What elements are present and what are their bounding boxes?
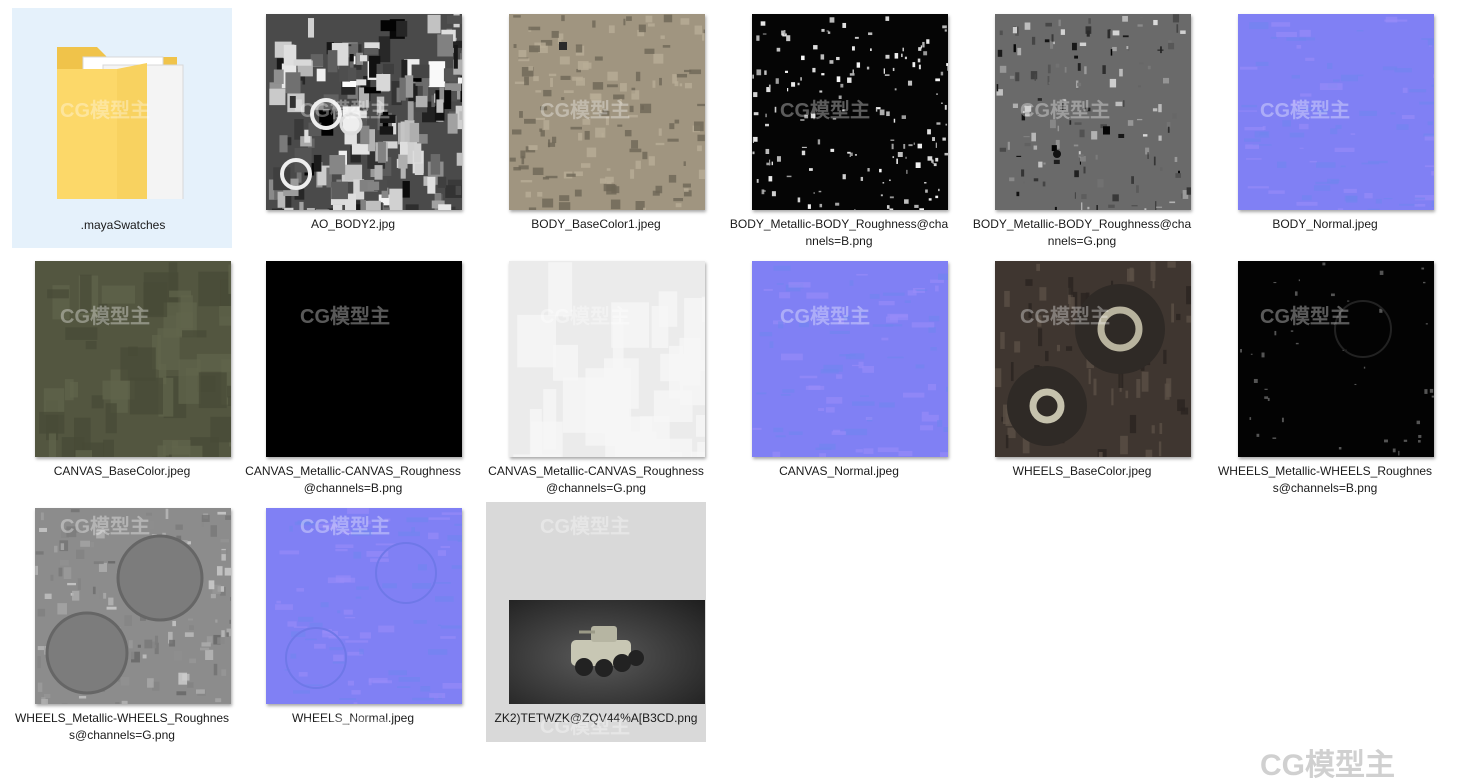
vehicle-icon	[509, 600, 705, 704]
folder-icon	[53, 29, 193, 199]
file-item[interactable]: BODY_BaseColor1.jpeg	[486, 8, 706, 248]
file-item[interactable]: CANVAS_Metallic-CANVAS_Roughness@channel…	[486, 255, 706, 495]
file-name-label: WHEELS_BaseColor.jpeg	[972, 463, 1192, 480]
file-grid: .mayaSwatches AO_BODY2.jpg BODY_BaseColor1…	[0, 0, 1457, 779]
thumbnail-image	[1238, 14, 1434, 210]
file-item[interactable]: BODY_Metallic-BODY_Roughness@channels=G.…	[972, 8, 1192, 248]
file-name-label: BODY_Normal.jpeg	[1215, 216, 1435, 233]
file-name-label: WHEELS_Metallic-WHEELS_Roughness@channel…	[1215, 463, 1435, 497]
file-item[interactable]: CANVAS_Metallic-CANVAS_Roughness@channel…	[243, 255, 463, 495]
file-item[interactable]: WHEELS_Normal.jpeg	[243, 502, 463, 742]
file-name-label: CANVAS_Metallic-CANVAS_Roughness@channel…	[486, 463, 706, 497]
file-name-label: BODY_Metallic-BODY_Roughness@channels=G.…	[972, 216, 1192, 250]
file-name-label: CANVAS_Normal.jpeg	[729, 463, 949, 480]
file-name-label: CANVAS_Metallic-CANVAS_Roughness@channel…	[243, 463, 463, 497]
file-item[interactable]: BODY_Normal.jpeg	[1215, 8, 1435, 248]
file-item[interactable]: WHEELS_Metallic-WHEELS_Roughness@channel…	[1215, 255, 1435, 495]
thumbnail-image	[995, 261, 1191, 457]
file-name-label: WHEELS_Normal.jpeg	[243, 710, 463, 727]
thumbnail-image	[35, 508, 231, 704]
thumbnail-image	[266, 261, 462, 457]
file-name-label: CANVAS_BaseColor.jpeg	[12, 463, 232, 480]
file-item[interactable]: AO_BODY2.jpg	[243, 8, 463, 248]
file-name-label: ZK2)TETWZK@ZQV44%A[B3CD.png	[486, 710, 706, 727]
file-item[interactable]: WHEELS_Metallic-WHEELS_Roughness@channel…	[12, 502, 232, 742]
file-name-label: BODY_Metallic-BODY_Roughness@channels=B.…	[729, 216, 949, 250]
thumbnail-image	[752, 261, 948, 457]
render-preview	[509, 600, 705, 704]
thumbnail-image	[1238, 261, 1434, 457]
file-name-label: .mayaSwatches	[13, 217, 233, 234]
thumbnail-image	[509, 14, 705, 210]
file-name-label: WHEELS_Metallic-WHEELS_Roughness@channel…	[12, 710, 232, 744]
file-name-label: BODY_BaseColor1.jpeg	[486, 216, 706, 233]
thumbnail-image	[266, 14, 462, 210]
folder-item[interactable]: .mayaSwatches	[12, 8, 232, 248]
thumbnail-image	[266, 508, 462, 704]
file-item[interactable]: WHEELS_BaseColor.jpeg	[972, 255, 1192, 495]
file-name-label: AO_BODY2.jpg	[243, 216, 463, 233]
thumbnail-image	[509, 261, 705, 457]
file-item[interactable]: ZK2)TETWZK@ZQV44%A[B3CD.png	[486, 502, 706, 742]
thumbnail-image	[995, 14, 1191, 210]
file-item[interactable]: CANVAS_BaseColor.jpeg	[12, 255, 232, 495]
file-item[interactable]: BODY_Metallic-BODY_Roughness@channels=B.…	[729, 8, 949, 248]
thumbnail-image	[752, 14, 948, 210]
thumbnail-image	[35, 261, 231, 457]
file-item[interactable]: CANVAS_Normal.jpeg	[729, 255, 949, 495]
thumbnail-image	[509, 508, 705, 704]
